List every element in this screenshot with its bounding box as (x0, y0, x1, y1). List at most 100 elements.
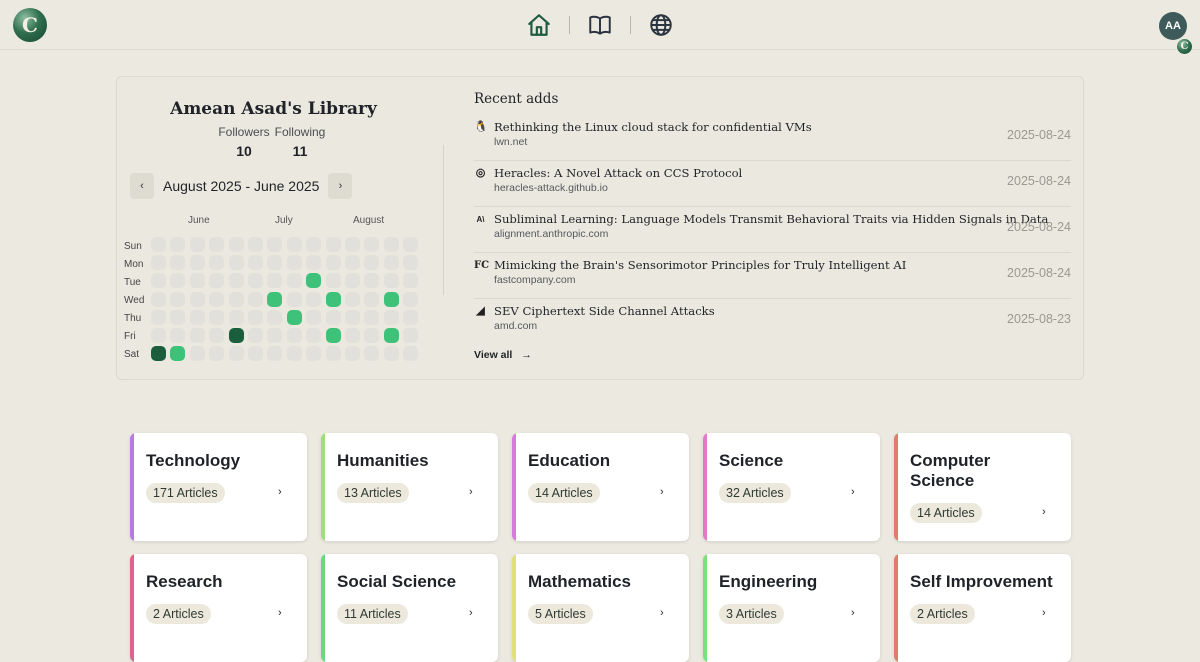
recent-item[interactable]: ◢ SEV Ciphertext Side Channel Attacks am… (474, 299, 1071, 345)
heatmap-cell[interactable] (306, 237, 322, 252)
heatmap-cell[interactable] (345, 273, 360, 289)
category-card-self-improvement[interactable]: Self Improvement 2 Articles › (894, 554, 1071, 662)
heatmap-cell[interactable] (383, 291, 399, 307)
heatmap-cell[interactable] (228, 237, 244, 252)
heatmap-cell[interactable] (286, 309, 302, 325)
heatmap-cell[interactable] (403, 255, 419, 271)
heatmap-cell[interactable] (383, 346, 399, 362)
heatmap-cell[interactable] (403, 309, 419, 325)
heatmap-cell[interactable] (248, 328, 263, 343)
heatmap-cell[interactable] (267, 291, 283, 307)
heatmap-cell[interactable] (248, 291, 263, 307)
heatmap-cell[interactable] (345, 291, 360, 307)
heatmap-cell[interactable] (228, 291, 244, 307)
home-icon[interactable] (524, 11, 554, 39)
category-card-education[interactable]: Education 14 Articles › (512, 433, 689, 541)
user-avatar[interactable]: AA (1159, 12, 1187, 40)
heatmap-cell[interactable] (170, 237, 186, 252)
view-all-link[interactable]: View all → (474, 349, 532, 361)
heatmap-cell[interactable] (248, 237, 263, 252)
heatmap-cell[interactable] (364, 346, 380, 362)
heatmap-cell[interactable] (267, 255, 283, 271)
heatmap-cell[interactable] (306, 255, 322, 271)
heatmap-cell[interactable] (364, 291, 380, 307)
heatmap-cell[interactable] (209, 273, 225, 289)
heatmap-cell[interactable] (228, 273, 244, 289)
heatmap-cell[interactable] (228, 328, 244, 343)
heatmap-cell[interactable] (325, 346, 341, 362)
heatmap-cell[interactable] (228, 309, 244, 325)
heatmap-cell[interactable] (345, 346, 360, 362)
heatmap-cell[interactable] (383, 328, 399, 343)
category-card-science[interactable]: Science 32 Articles › (703, 433, 880, 541)
heatmap-cell[interactable] (383, 309, 399, 325)
calendar-prev-button[interactable]: ‹ (130, 173, 154, 199)
heatmap-cell[interactable] (248, 346, 263, 362)
recent-item[interactable]: FC Mimicking the Brain's Sensorimotor Pr… (474, 253, 1071, 299)
heatmap-cell[interactable] (286, 273, 302, 289)
heatmap-cell[interactable] (306, 309, 322, 325)
followers-stat[interactable]: Followers 10 (217, 125, 271, 159)
heatmap-cell[interactable] (286, 291, 302, 307)
heatmap-cell[interactable] (306, 291, 322, 307)
heatmap-cell[interactable] (228, 255, 244, 271)
heatmap-cell[interactable] (170, 255, 186, 271)
recent-item[interactable]: 🐧 Rethinking the Linux cloud stack for c… (474, 115, 1071, 161)
heatmap-cell[interactable] (383, 273, 399, 289)
heatmap-cell[interactable] (364, 273, 380, 289)
heatmap-cell[interactable] (325, 255, 341, 271)
heatmap-cell[interactable] (345, 309, 360, 325)
heatmap-cell[interactable] (325, 291, 341, 307)
heatmap-cell[interactable] (151, 328, 166, 343)
heatmap-cell[interactable] (170, 309, 186, 325)
heatmap-cell[interactable] (248, 255, 263, 271)
heatmap-cell[interactable] (209, 309, 225, 325)
category-card-engineering[interactable]: Engineering 3 Articles › (703, 554, 880, 662)
heatmap-cell[interactable] (267, 309, 283, 325)
heatmap-cell[interactable] (403, 328, 419, 343)
heatmap-cell[interactable] (170, 328, 186, 343)
heatmap-cell[interactable] (248, 273, 263, 289)
book-icon[interactable] (585, 11, 615, 39)
heatmap-cell[interactable] (170, 273, 186, 289)
category-card-computer-science[interactable]: Computer Science 14 Articles › (894, 433, 1071, 541)
heatmap-cell[interactable] (267, 346, 283, 362)
heatmap-cell[interactable] (209, 328, 225, 343)
heatmap-cell[interactable] (286, 237, 302, 252)
heatmap-cell[interactable] (364, 255, 380, 271)
heatmap-cell[interactable] (189, 309, 205, 325)
category-card-research[interactable]: Research 2 Articles › (130, 554, 307, 662)
heatmap-cell[interactable] (383, 237, 399, 252)
heatmap-cell[interactable] (345, 328, 360, 343)
heatmap-cell[interactable] (151, 346, 166, 362)
heatmap-cell[interactable] (403, 346, 419, 362)
heatmap-cell[interactable] (151, 291, 166, 307)
heatmap-cell[interactable] (209, 237, 225, 252)
heatmap-cell[interactable] (267, 328, 283, 343)
heatmap-cell[interactable] (286, 255, 302, 271)
heatmap-cell[interactable] (151, 309, 166, 325)
heatmap-cell[interactable] (383, 255, 399, 271)
heatmap-cell[interactable] (209, 291, 225, 307)
heatmap-cell[interactable] (403, 291, 419, 307)
category-card-mathematics[interactable]: Mathematics 5 Articles › (512, 554, 689, 662)
heatmap-cell[interactable] (325, 328, 341, 343)
category-card-social-science[interactable]: Social Science 11 Articles › (321, 554, 498, 662)
following-stat[interactable]: Following 11 (274, 125, 326, 159)
heatmap-cell[interactable] (189, 237, 205, 252)
heatmap-cell[interactable] (306, 328, 322, 343)
app-logo[interactable]: C (13, 8, 47, 42)
heatmap-cell[interactable] (364, 237, 380, 252)
heatmap-cell[interactable] (151, 255, 166, 271)
heatmap-cell[interactable] (325, 309, 341, 325)
heatmap-cell[interactable] (345, 237, 360, 252)
heatmap-cell[interactable] (151, 273, 166, 289)
heatmap-cell[interactable] (364, 309, 380, 325)
heatmap-cell[interactable] (364, 328, 380, 343)
recent-item[interactable]: ◎ Heracles: A Novel Attack on CCS Protoc… (474, 161, 1071, 207)
heatmap-cell[interactable] (286, 328, 302, 343)
recent-item[interactable]: A\ Subliminal Learning: Language Models … (474, 207, 1071, 253)
heatmap-cell[interactable] (189, 291, 205, 307)
heatmap-cell[interactable] (170, 346, 186, 362)
heatmap-cell[interactable] (209, 346, 225, 362)
